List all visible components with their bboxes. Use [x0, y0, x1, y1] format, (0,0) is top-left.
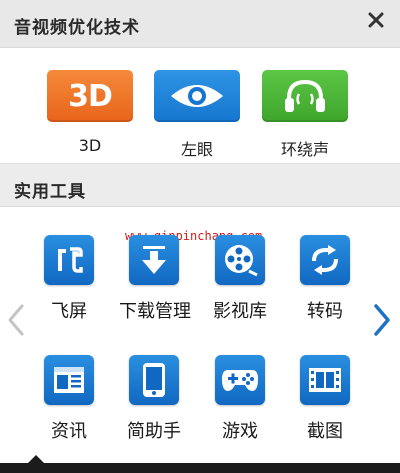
bottom-bar [0, 463, 400, 473]
tool-label: 转码 [307, 301, 343, 322]
download-icon [142, 246, 166, 274]
3d-badge-text: 3D [68, 78, 113, 114]
tool-download-manager[interactable]: 下载管理 [119, 235, 191, 335]
prev-page-button[interactable] [4, 300, 28, 340]
left-eye-button[interactable]: 左眼 [154, 70, 240, 160]
tool-film-library[interactable]: 影视库 [205, 235, 275, 335]
tool-label: 资讯 [51, 421, 87, 442]
tool-transcode[interactable]: 转码 [290, 235, 360, 335]
3d-label: 3D [78, 136, 102, 155]
tools-section-header: 实用工具 [0, 163, 400, 207]
gamepad-icon [222, 370, 258, 391]
av-optimization-panel: 音视频优化技术 3D 3D 左眼 环绕声 实用工具 www.qinpinchan… [0, 0, 400, 473]
screenshot-tile [300, 355, 350, 405]
fly-screen-tile [44, 235, 94, 285]
surround-tile [262, 70, 348, 122]
tool-phone-assistant[interactable]: 简助手 [119, 355, 189, 455]
fly-screen-icon [58, 247, 83, 273]
film-reel-icon [225, 245, 258, 277]
tool-fly-screen[interactable]: 飞屏 [34, 235, 104, 335]
3d-button[interactable]: 3D 3D [47, 70, 133, 160]
pointer-notch [28, 455, 44, 463]
next-page-button[interactable] [370, 300, 394, 340]
download-tile [129, 235, 179, 285]
eye-icon [171, 85, 223, 107]
close-button[interactable] [364, 8, 388, 32]
tool-label: 下载管理 [119, 301, 191, 322]
close-icon [368, 12, 384, 28]
tool-news[interactable]: 资讯 [34, 355, 104, 455]
tool-screenshot[interactable]: 截图 [290, 355, 360, 455]
left-eye-tile [154, 70, 240, 122]
convert-icon [312, 245, 338, 275]
3d-icon: 3D [47, 70, 133, 122]
phone-assistant-icon [143, 363, 165, 397]
headphones-icon [285, 79, 325, 112]
left-eye-label: 左眼 [180, 140, 213, 159]
news-tile [44, 355, 94, 405]
tool-games[interactable]: 游戏 [205, 355, 275, 455]
chevron-right-icon [374, 304, 390, 336]
tool-label: 简助手 [127, 421, 181, 442]
chevron-left-icon [8, 304, 24, 336]
games-tile [215, 355, 265, 405]
tool-label: 飞屏 [51, 301, 87, 322]
screenshot-film-icon [309, 368, 341, 392]
news-icon [54, 367, 84, 393]
phone-assistant-tile [129, 355, 179, 405]
panel-title: 音视频优化技术 [14, 18, 140, 38]
tool-label: 游戏 [222, 421, 258, 442]
transcode-tile [300, 235, 350, 285]
surround-sound-button[interactable]: 环绕声 [262, 70, 348, 160]
surround-sound-label: 环绕声 [280, 140, 329, 159]
panel-header: 音视频优化技术 [0, 0, 400, 48]
film-library-tile [215, 235, 265, 285]
tool-label: 截图 [307, 421, 343, 442]
tool-label: 影视库 [213, 301, 267, 322]
tools-section-title: 实用工具 [14, 182, 86, 202]
